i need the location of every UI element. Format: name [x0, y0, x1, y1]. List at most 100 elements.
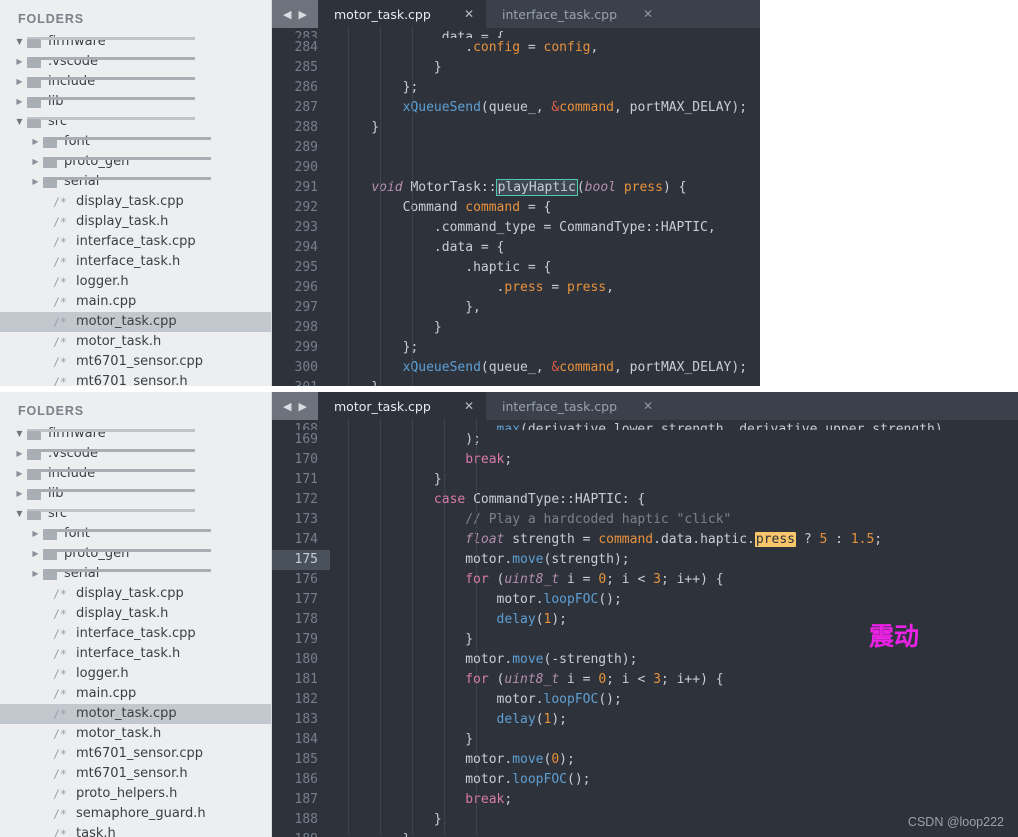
- file-item-logger-h[interactable]: /* logger.h: [0, 664, 271, 684]
- code-line[interactable]: 175 motor.move(strength);: [272, 550, 1018, 570]
- tab-interface-task-cpp-bottom[interactable]: interface_task.cpp ✕: [486, 392, 666, 420]
- chevron-right-icon[interactable]: ▶: [30, 544, 41, 564]
- code-line[interactable]: 187 break;: [272, 790, 1018, 810]
- file-item-task-h[interactable]: /* task.h: [0, 824, 271, 837]
- file-item-mt6701-sensor-h[interactable]: /* mt6701_sensor.h: [0, 764, 271, 784]
- file-item-interface-task-h[interactable]: /* interface_task.h: [0, 252, 271, 272]
- code-line[interactable]: 286 };: [272, 78, 760, 98]
- file-item-main-cpp[interactable]: /* main.cpp: [0, 292, 271, 312]
- code-line[interactable]: 172 case CommandType::HAPTIC: {: [272, 490, 1018, 510]
- file-item-mt6701-sensor-cpp[interactable]: /* mt6701_sensor.cpp: [0, 744, 271, 764]
- folder-item--vscode[interactable]: ▶ .vscode: [0, 52, 271, 72]
- tab-interface-task-cpp-top[interactable]: interface_task.cpp ✕: [486, 0, 666, 28]
- tab-nav-buttons-bottom[interactable]: ◀ ▶: [272, 392, 318, 420]
- folder-item-proto-gen[interactable]: ▶ proto_gen: [0, 544, 271, 564]
- file-item-main-cpp[interactable]: /* main.cpp: [0, 684, 271, 704]
- file-item-display-task-cpp[interactable]: /* display_task.cpp: [0, 192, 271, 212]
- code-line[interactable]: 176 for (uint8_t i = 0; i < 3; i++) {: [272, 570, 1018, 590]
- folder-item-proto-gen[interactable]: ▶ proto_gen: [0, 152, 271, 172]
- code-line[interactable]: 186 motor.loopFOC();: [272, 770, 1018, 790]
- chevron-right-icon[interactable]: ▶: [14, 444, 25, 464]
- close-icon[interactable]: ✕: [643, 399, 653, 413]
- code-line[interactable]: 173 // Play a hardcoded haptic "click": [272, 510, 1018, 530]
- code-line[interactable]: 291 void MotorTask::playHaptic(bool pres…: [272, 178, 760, 198]
- folder-item-font[interactable]: ▶ font: [0, 132, 271, 152]
- code-line[interactable]: 181 for (uint8_t i = 0; i < 3; i++) {: [272, 670, 1018, 690]
- folder-item-lib[interactable]: ▶ lib: [0, 484, 271, 504]
- file-item-interface-task-cpp[interactable]: /* interface_task.cpp: [0, 232, 271, 252]
- code-line[interactable]: 293 .command_type = CommandType::HAPTIC,: [272, 218, 760, 238]
- folder-item-font[interactable]: ▶ font: [0, 524, 271, 544]
- chevron-right-icon[interactable]: ▶: [30, 172, 41, 192]
- code-line[interactable]: 301 }: [272, 378, 760, 386]
- file-item-motor-task-cpp[interactable]: /* motor_task.cpp: [0, 704, 271, 724]
- file-item-mt6701-sensor-cpp[interactable]: /* mt6701_sensor.cpp: [0, 352, 271, 372]
- code-line[interactable]: 185 motor.move(0);: [272, 750, 1018, 770]
- chevron-right-icon[interactable]: ▶: [30, 564, 41, 584]
- close-icon[interactable]: ✕: [464, 399, 474, 413]
- folder-item-src[interactable]: ▼ src: [0, 112, 271, 132]
- file-tree-bottom[interactable]: ▼ firmware ▶ .vscode ▶ include ▶ lib ▼ src ▶ font ▶ p…: [0, 424, 271, 837]
- chevron-down-icon[interactable]: ▼: [14, 112, 25, 132]
- folder-item-firmware[interactable]: ▼ firmware: [0, 32, 271, 52]
- file-tree-top[interactable]: ▼ firmware ▶ .vscode ▶ include ▶ lib ▼ src ▶ font ▶ p…: [0, 32, 271, 386]
- folder-item-src[interactable]: ▼ src: [0, 504, 271, 524]
- file-item-proto-helpers-h[interactable]: /* proto_helpers.h: [0, 784, 271, 804]
- tab-motor-task-cpp-top[interactable]: motor_task.cpp ✕: [318, 0, 486, 28]
- code-area-top[interactable]: 283 .data = {284 .config = config, 285 } 2…: [272, 28, 760, 386]
- file-item-motor-task-h[interactable]: /* motor_task.h: [0, 724, 271, 744]
- chevron-right-icon[interactable]: ▶: [14, 484, 25, 504]
- chevron-down-icon[interactable]: ▼: [14, 424, 25, 444]
- tab-nav-buttons-top[interactable]: ◀ ▶: [272, 0, 318, 28]
- nav-forward-icon[interactable]: ▶: [299, 401, 307, 412]
- folder-item-serial[interactable]: ▶ serial: [0, 172, 271, 192]
- file-item-motor-task-h[interactable]: /* motor_task.h: [0, 332, 271, 352]
- nav-back-icon[interactable]: ◀: [283, 401, 291, 412]
- nav-forward-icon[interactable]: ▶: [299, 9, 307, 20]
- folder-item-include[interactable]: ▶ include: [0, 72, 271, 92]
- tab-motor-task-cpp-bottom[interactable]: motor_task.cpp ✕: [318, 392, 486, 420]
- close-icon[interactable]: ✕: [643, 7, 653, 21]
- code-line[interactable]: 168 max(derivative_lower_strength, deriv…: [272, 420, 1018, 430]
- file-item-display-task-cpp[interactable]: /* display_task.cpp: [0, 584, 271, 604]
- chevron-right-icon[interactable]: ▶: [30, 152, 41, 172]
- file-item-interface-task-cpp[interactable]: /* interface_task.cpp: [0, 624, 271, 644]
- code-line[interactable]: 295 .haptic = {: [272, 258, 760, 278]
- chevron-right-icon[interactable]: ▶: [30, 524, 41, 544]
- chevron-right-icon[interactable]: ▶: [14, 52, 25, 72]
- code-line[interactable]: 287 xQueueSend(queue_, &command, portMAX…: [272, 98, 760, 118]
- close-icon[interactable]: ✕: [464, 7, 474, 21]
- chevron-down-icon[interactable]: ▼: [14, 32, 25, 52]
- chevron-down-icon[interactable]: ▼: [14, 504, 25, 524]
- chevron-right-icon[interactable]: ▶: [14, 72, 25, 92]
- code-line[interactable]: 298 }: [272, 318, 760, 338]
- code-line[interactable]: 184 }: [272, 730, 1018, 750]
- code-line[interactable]: 296 .press = press,: [272, 278, 760, 298]
- code-line[interactable]: 170 break;: [272, 450, 1018, 470]
- code-line[interactable]: 174 float strength = command.data.haptic…: [272, 530, 1018, 550]
- code-line[interactable]: 294 .data = {: [272, 238, 760, 258]
- code-line[interactable]: 177 motor.loopFOC();: [272, 590, 1018, 610]
- code-line[interactable]: 290: [272, 158, 760, 178]
- code-line[interactable]: 188 }: [272, 810, 1018, 830]
- code-line[interactable]: 299 };: [272, 338, 760, 358]
- code-line[interactable]: 283 .data = {: [272, 28, 760, 38]
- code-line[interactable]: 300 xQueueSend(queue_, &command, portMAX…: [272, 358, 760, 378]
- code-line[interactable]: 169 );: [272, 430, 1018, 450]
- code-line[interactable]: 285 }: [272, 58, 760, 78]
- code-line[interactable]: 297 },: [272, 298, 760, 318]
- code-line[interactable]: 292 Command command = {: [272, 198, 760, 218]
- file-item-display-task-h[interactable]: /* display_task.h: [0, 604, 271, 624]
- chevron-right-icon[interactable]: ▶: [14, 92, 25, 112]
- code-line[interactable]: 183 delay(1);: [272, 710, 1018, 730]
- chevron-right-icon[interactable]: ▶: [30, 132, 41, 152]
- file-item-logger-h[interactable]: /* logger.h: [0, 272, 271, 292]
- code-line[interactable]: 284 .config = config,: [272, 38, 760, 58]
- code-line[interactable]: 171 }: [272, 470, 1018, 490]
- folder-item-lib[interactable]: ▶ lib: [0, 92, 271, 112]
- code-line[interactable]: 180 motor.move(-strength);: [272, 650, 1018, 670]
- file-item-mt6701-sensor-h[interactable]: /* mt6701_sensor.h: [0, 372, 271, 386]
- file-item-motor-task-cpp[interactable]: /* motor_task.cpp: [0, 312, 271, 332]
- file-item-interface-task-h[interactable]: /* interface_task.h: [0, 644, 271, 664]
- file-item-display-task-h[interactable]: /* display_task.h: [0, 212, 271, 232]
